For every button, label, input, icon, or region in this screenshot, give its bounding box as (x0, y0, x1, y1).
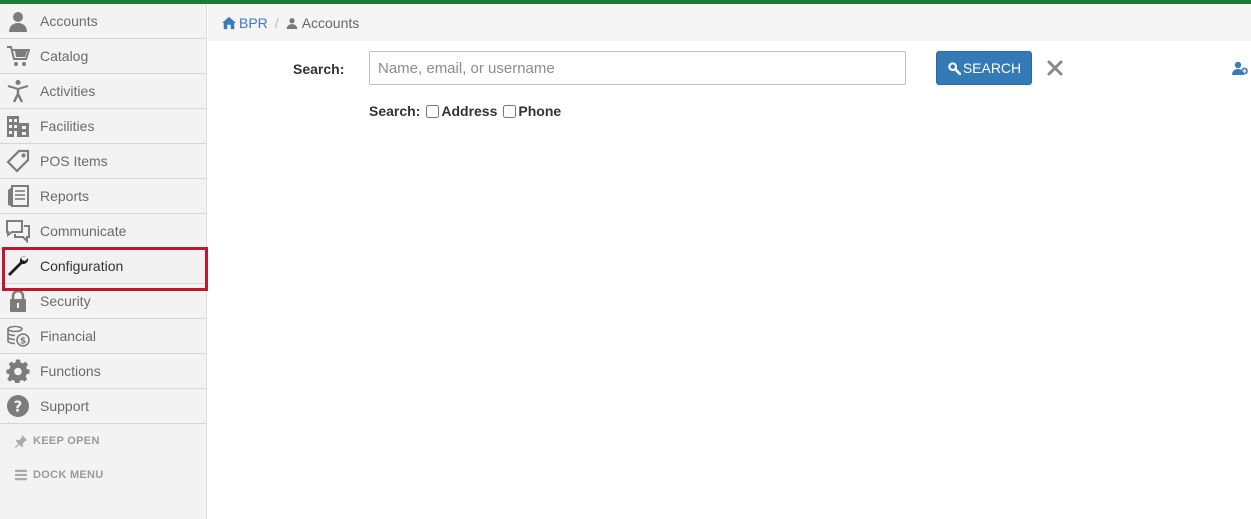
search-options-label: Search: (369, 103, 421, 119)
keep-open-button[interactable]: KEEP OPEN (0, 424, 206, 458)
address-checkbox[interactable] (426, 104, 440, 118)
svg-text:?: ? (14, 398, 23, 416)
sidebar-item-label: Activities (40, 83, 96, 99)
question-icon: ? (0, 389, 36, 424)
sidebar-item-facilities[interactable]: Facilities (0, 109, 206, 144)
close-icon[interactable] (1046, 59, 1064, 77)
sidebar-item-activities[interactable]: Activities (0, 74, 206, 109)
search-label: Search: (293, 61, 345, 77)
dock-menu-label: DOCK MENU (33, 469, 104, 481)
sidebar-item-label: Functions (40, 363, 101, 379)
sidebar-item-label: Communicate (40, 223, 127, 239)
home-icon (222, 16, 236, 29)
lock-icon (0, 284, 36, 319)
chat-icon (0, 214, 36, 249)
sidebar-item-label: Financial (40, 328, 97, 344)
sidebar-item-catalog[interactable]: Catalog (0, 39, 206, 74)
breadcrumb-separator: / (274, 14, 279, 31)
breadcrumb-current: Accounts (286, 14, 360, 31)
coins-icon: $ (0, 319, 36, 354)
sidebar-item-label: Security (40, 293, 91, 309)
building-icon (0, 109, 36, 144)
user-icon (286, 17, 297, 29)
keep-open-label: KEEP OPEN (33, 435, 100, 447)
menu-lines-icon (12, 468, 30, 482)
phone-checkbox[interactable] (503, 104, 517, 118)
sidebar-item-reports[interactable]: Reports (0, 179, 206, 214)
sidebar-item-functions[interactable]: Functions (0, 354, 206, 389)
breadcrumb-home-link[interactable]: BPR (222, 15, 268, 31)
tag-icon (0, 144, 36, 179)
sidebar-item-communicate[interactable]: Communicate (0, 214, 206, 249)
gear-icon (0, 354, 36, 389)
search-icon (948, 62, 961, 75)
search-input[interactable] (369, 51, 906, 85)
breadcrumb-home-label: BPR (239, 14, 268, 31)
breadcrumb-current-label: Accounts (301, 14, 360, 31)
sidebar-item-configuration[interactable]: Configuration (0, 249, 206, 284)
cart-icon (0, 39, 36, 74)
sidebar-item-accounts[interactable]: Accounts (0, 4, 206, 39)
sidebar-item-label: Accounts (40, 13, 98, 29)
add-user-icon[interactable] (1232, 61, 1248, 75)
user-icon (0, 4, 36, 39)
reports-icon (0, 179, 36, 214)
sidebar-item-label: Support (40, 398, 90, 414)
sidebar-item-security[interactable]: Security (0, 284, 206, 319)
address-option-label: Address (441, 103, 498, 119)
sidebar-item-pos-items[interactable]: POS Items (0, 144, 206, 179)
sidebar-item-support[interactable]: ? Support (0, 389, 206, 424)
sidebar-item-label: Reports (40, 188, 90, 204)
sidebar: Accounts Catalog Activities Facilities P… (0, 4, 207, 519)
sidebar-item-label: Configuration (40, 258, 124, 274)
sidebar-item-label: Catalog (40, 48, 89, 64)
phone-option-label: Phone (518, 103, 562, 119)
pin-icon (12, 434, 30, 448)
sidebar-item-label: POS Items (40, 153, 108, 169)
wrench-icon (0, 249, 36, 284)
svg-text:$: $ (20, 337, 26, 347)
dock-menu-button[interactable]: DOCK MENU (0, 458, 206, 492)
search-options: Search: Address Phone (369, 103, 561, 119)
search-button-label: SEARCH (962, 60, 1022, 76)
sidebar-item-financial[interactable]: $ Financial (0, 319, 206, 354)
person-activity-icon (0, 74, 36, 109)
sidebar-item-label: Facilities (40, 118, 95, 134)
search-button[interactable]: SEARCH (936, 51, 1032, 85)
breadcrumb: BPR / Accounts (208, 4, 1251, 41)
